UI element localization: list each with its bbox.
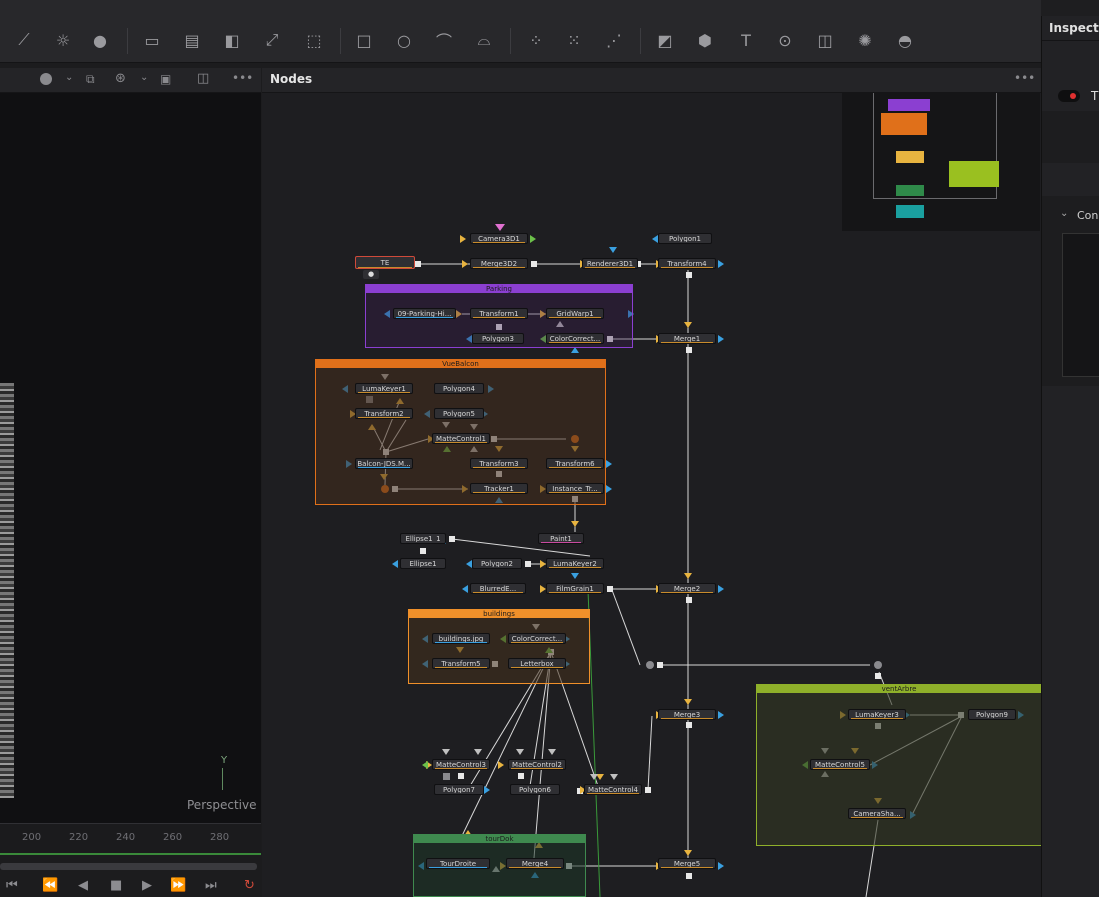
node-mattecontrol4[interactable]: MatteControl4 <box>584 784 642 795</box>
node-paint1[interactable]: Paint1 <box>538 533 584 544</box>
node-polygon5[interactable]: Polygon5 <box>434 408 484 419</box>
minimap-group-buildings <box>896 151 924 163</box>
chevron-down-icon[interactable]: ⌄ <box>1060 208 1068 219</box>
node-buildings-jpg[interactable]: buildings.jpg <box>432 633 490 644</box>
node-merge3d2[interactable]: Merge3D2 <box>470 258 528 269</box>
node-balcon[interactable]: Balcon-JDS.M... <box>355 458 413 469</box>
node-ellipse1[interactable]: Ellipse1 <box>400 558 446 569</box>
node-polygon1[interactable]: Polygon1 <box>658 233 712 244</box>
tool-toggle[interactable] <box>1058 90 1080 102</box>
node-ellipse1-1[interactable]: Ellipse1_1 <box>400 533 446 544</box>
node-colorcorrect2[interactable]: ColorCorrect... <box>508 633 566 644</box>
toggle-indicator-icon <box>1070 93 1076 99</box>
node-transform1[interactable]: Transform1 <box>470 308 528 319</box>
node-merge3[interactable]: Merge3 <box>658 709 716 720</box>
node-transform5[interactable]: Transform5 <box>432 658 490 669</box>
node-merge5[interactable]: Merge5 <box>658 858 716 869</box>
group-label: buildings <box>409 610 589 618</box>
node-gridwarp1[interactable]: GridWarp1 <box>546 308 604 319</box>
inspector-panel <box>1041 16 1099 897</box>
minimap-group-vuebalcon <box>881 113 927 135</box>
node-polygon3[interactable]: Polygon3 <box>472 333 524 344</box>
node-te[interactable]: TE <box>355 256 415 269</box>
minimap-group-tourdok <box>896 185 924 196</box>
node-blurred[interactable]: BlurredE... <box>470 583 526 594</box>
group-label: VueBalcon <box>316 360 605 368</box>
inspector-divider <box>1042 40 1099 41</box>
node-parking-loader[interactable]: 09-Parking-Hi... <box>393 308 456 319</box>
node-letterbox[interactable]: Letterbox <box>508 658 566 669</box>
node-polygon2[interactable]: Polygon2 <box>472 558 522 569</box>
node-mattecontrol3[interactable]: MatteControl3 <box>432 759 490 770</box>
node-polygon6[interactable]: Polygon6 <box>510 784 560 795</box>
node-polygon9[interactable]: Polygon9 <box>968 709 1016 720</box>
node-transform3[interactable]: Transform3 <box>470 458 528 469</box>
node-lumakeyer1[interactable]: LumaKeyer1 <box>355 383 413 394</box>
node-renderer3d1[interactable]: Renderer3D1 <box>582 258 638 269</box>
inspector-preview-box <box>1062 233 1099 377</box>
minimap-group-parking <box>888 99 930 111</box>
group-label: ventArbre <box>757 685 1041 693</box>
node-filmgrain1[interactable]: FilmGrain1 <box>546 583 604 594</box>
inspector-title: Inspector <box>1049 21 1099 35</box>
node-colorcorrect1[interactable]: ColorCorrect... <box>546 333 604 344</box>
node-merge4[interactable]: Merge4 <box>506 858 564 869</box>
node-transform2[interactable]: Transform2 <box>355 408 413 419</box>
node-polygon4[interactable]: Polygon4 <box>434 383 484 394</box>
inspector-header-block <box>1042 111 1099 163</box>
node-merge1[interactable]: Merge1 <box>658 333 716 344</box>
node-mattecontrol1[interactable]: MatteControl1 <box>432 433 490 444</box>
group-label: tourDok <box>414 835 585 843</box>
node-lumakeyer2[interactable]: LumaKeyer2 <box>546 558 604 569</box>
group-label: Parking <box>366 285 632 293</box>
inspector-section-header[interactable]: Con <box>1077 209 1098 222</box>
node-mattecontrol2[interactable]: MatteControl2 <box>508 759 566 770</box>
minimap-node-block <box>896 205 924 218</box>
node-merge2[interactable]: Merge2 <box>658 583 716 594</box>
inspector-tool-name: T <box>1091 89 1099 103</box>
node-transform4[interactable]: Transform4 <box>658 258 716 269</box>
node-badge-icon: ● <box>363 270 379 279</box>
node-instance[interactable]: Instance_Tr... <box>546 483 604 494</box>
node-tourdroite[interactable]: TourDroite <box>426 858 490 869</box>
node-camera3d1[interactable]: Camera3D1 <box>470 233 528 244</box>
node-camerashake[interactable]: CameraSha... <box>848 808 906 819</box>
group-buildings[interactable]: buildings <box>408 609 590 684</box>
node-polygon7[interactable]: Polygon7 <box>434 784 484 795</box>
node-transform6[interactable]: Transform6 <box>546 458 604 469</box>
minimap-group-ventarbre <box>949 161 999 187</box>
node-tracker1[interactable]: Tracker1 <box>470 483 528 494</box>
node-minimap[interactable] <box>842 93 1040 231</box>
node-lumakeyer3[interactable]: LumaKeyer3 <box>848 709 906 720</box>
node-mattecontrol5[interactable]: MatteControl5 <box>810 759 870 770</box>
